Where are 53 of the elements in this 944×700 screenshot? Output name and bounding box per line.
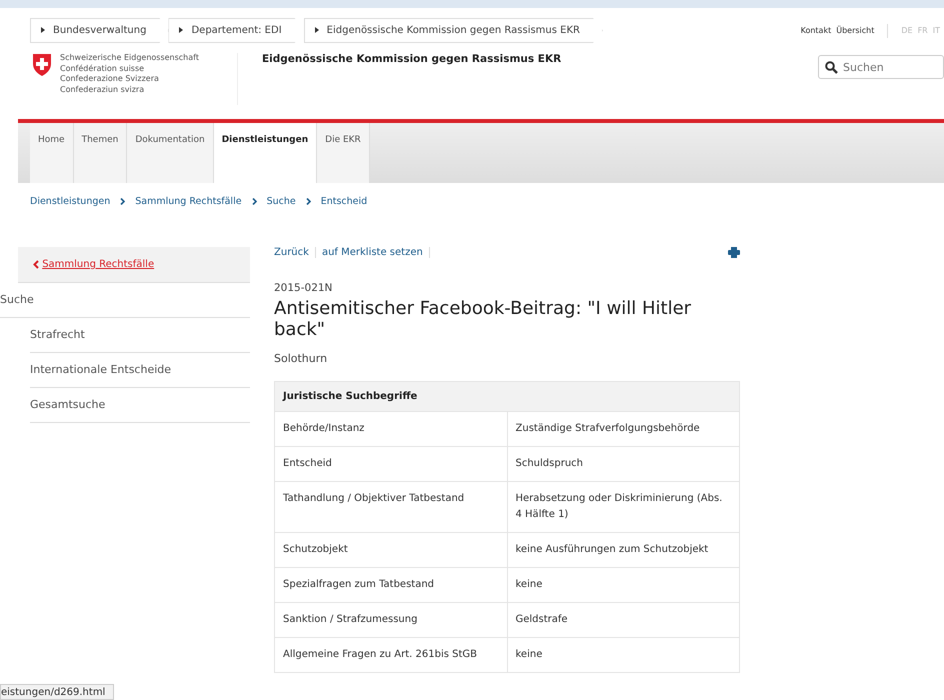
nav-tab[interactable]: Dokumentation (127, 123, 214, 183)
site-title: Eidgenössische Kommission gegen Rassismus EKR (262, 53, 562, 65)
nav-tab[interactable]: Dienstleistungen (214, 123, 318, 183)
case-title: Antisemitischer Facebook-Beitrag: "I will Hitler back" (274, 298, 692, 340)
chevron-icon (252, 198, 257, 205)
action-link[interactable]: auf Merkliste setzen (316, 247, 430, 258)
sidebar-item[interactable]: Strafrecht (30, 318, 250, 353)
breadcrumb-link[interactable]: Entscheid (320, 196, 368, 207)
top-breadcrumb-link[interactable]: Bundesverwaltung (30, 18, 170, 43)
triangle-icon (314, 27, 319, 34)
chevron-icon (306, 198, 311, 205)
table-cell: Spezialfragen zum Tatbestand (274, 568, 507, 602)
logo-text: Confederaziun svizra (60, 84, 146, 95)
table-cell: Zuständige Strafverfolgungsbehörde (507, 412, 740, 446)
back-link[interactable]: Sammlung Rechtsfälle (18, 247, 250, 283)
table-header: Juristische Suchbegriffe (274, 382, 740, 412)
status-bar: eistungen/d269.html (0, 684, 114, 700)
table-cell: Tathandlung / Objektiver Tatbestand (274, 482, 507, 532)
breadcrumb-link[interactable]: Suche (266, 196, 296, 207)
sidebar-item[interactable]: Internationale Entscheide (30, 353, 250, 388)
logo-text: Confédération suisse (60, 64, 146, 74)
breadcrumb-link[interactable]: Sammlung Rechtsfälle (135, 196, 242, 207)
table-cell: Behörde/Instanz (274, 412, 507, 446)
breadcrumb-link[interactable]: Dienstleistungen (30, 196, 110, 207)
action-link[interactable]: Zurück (274, 247, 316, 258)
table-cell: Sanktion / Strafzumessung (274, 602, 507, 638)
table-cell: Schutzobjekt (274, 532, 507, 568)
nav-tab[interactable]: Die EKR (317, 123, 370, 183)
nav-tab[interactable]: Themen (74, 123, 128, 183)
table-cell: Allgemeine Fragen zu Art. 261bis StGB (274, 638, 507, 672)
case-number: 2015-021N (274, 282, 334, 294)
nav-tab[interactable]: Home (30, 123, 74, 183)
canton-text: Solothurn (274, 352, 328, 365)
meta-link[interactable]: Übersicht (836, 26, 874, 35)
table-cell: Entscheid (274, 446, 507, 482)
chevron-icon (120, 198, 126, 205)
triangle-icon (41, 27, 45, 34)
search-field[interactable]: Suchen (818, 55, 944, 79)
table-cell: Schuldspruch (507, 446, 740, 482)
table-cell: keine Ausführungen zum Schutzobjekt (507, 532, 740, 568)
table-cell: Herabsetzung oder Diskriminierung (Abs. 4 Hälfte 1) (507, 482, 740, 532)
logo-text: Schweizerische Eidgenossenschaft (60, 53, 199, 64)
sidebar-heading[interactable]: Suche (0, 283, 250, 318)
table-cell: keine (507, 568, 740, 602)
table-cell: keine (507, 638, 740, 672)
chevron-icon (33, 260, 39, 269)
top-breadcrumb-link[interactable]: Eidgenössische Kommission gegen Rassismus EKR (304, 18, 603, 43)
logo-text: Confederazione Svizzera (60, 74, 160, 84)
swiss-shield-icon (32, 53, 52, 77)
sidebar-item[interactable]: Gesamtsuche (30, 388, 250, 423)
table-cell: Geldstrafe (507, 602, 740, 638)
meta-link[interactable]: Kontakt (800, 26, 832, 35)
triangle-icon (179, 27, 184, 34)
